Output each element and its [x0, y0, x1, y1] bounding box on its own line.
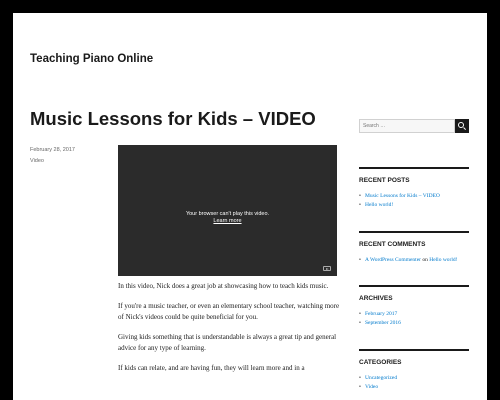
post-content: In this video, Nick does a great job at … — [118, 281, 343, 383]
post-category[interactable]: Video — [30, 158, 44, 164]
video-player[interactable]: Your browser can't play this video. Lear… — [118, 145, 337, 276]
widget-title: ARCHIVES — [359, 295, 393, 302]
list-item[interactable]: Video — [359, 383, 469, 392]
comment-on: on — [422, 257, 428, 263]
comment-author-link[interactable]: A WordPress Commenter — [365, 257, 421, 263]
post-date[interactable]: February 28, 2017 — [30, 147, 75, 153]
search-form — [359, 119, 469, 133]
list-item[interactable]: Music Lessons for Kids – VIDEO — [359, 192, 469, 201]
list-item[interactable]: Hello world! — [359, 201, 469, 210]
list-item[interactable]: September 2016 — [359, 319, 469, 328]
comment-item: A WordPress Commenter on Hello world! — [359, 256, 469, 265]
site-title[interactable]: Teaching Piano Online — [30, 53, 153, 65]
search-button[interactable] — [455, 119, 469, 133]
list-item[interactable]: Uncategorized — [359, 374, 469, 383]
list-item[interactable]: February 2017 — [359, 310, 469, 319]
archives-widget: ARCHIVES February 2017 September 2016 — [359, 285, 469, 328]
learn-more-link[interactable]: Learn more — [118, 218, 337, 225]
paragraph: If kids can relate, and are having fun, … — [118, 364, 305, 372]
widget-title: CATEGORIES — [359, 359, 402, 366]
categories-widget: CATEGORIES Uncategorized Video — [359, 349, 469, 392]
youtube-icon[interactable] — [323, 266, 331, 271]
paragraph: If you're a music teacher, or even an el… — [118, 302, 340, 321]
widget-title: RECENT POSTS — [359, 177, 410, 184]
paragraph: In this video, Nick does a great job at … — [118, 282, 329, 290]
recent-posts-widget: RECENT POSTS Music Lessons for Kids – VI… — [359, 167, 469, 210]
video-error: Your browser can't play this video. Lear… — [118, 211, 337, 225]
post-title[interactable]: Music Lessons for Kids – VIDEO — [30, 108, 316, 130]
video-error-message: Your browser can't play this video. — [185, 211, 270, 217]
comment-post-link[interactable]: Hello world! — [429, 257, 457, 263]
search-input[interactable] — [359, 119, 455, 133]
widget-title: RECENT COMMENTS — [359, 241, 426, 248]
sidebar: RECENT POSTS Music Lessons for Kids – VI… — [359, 119, 469, 392]
page: Teaching Piano Online Music Lessons for … — [13, 13, 487, 400]
recent-comments-widget: RECENT COMMENTS A WordPress Commenter on… — [359, 231, 469, 265]
paragraph: Giving kids something that is understand… — [118, 333, 337, 352]
